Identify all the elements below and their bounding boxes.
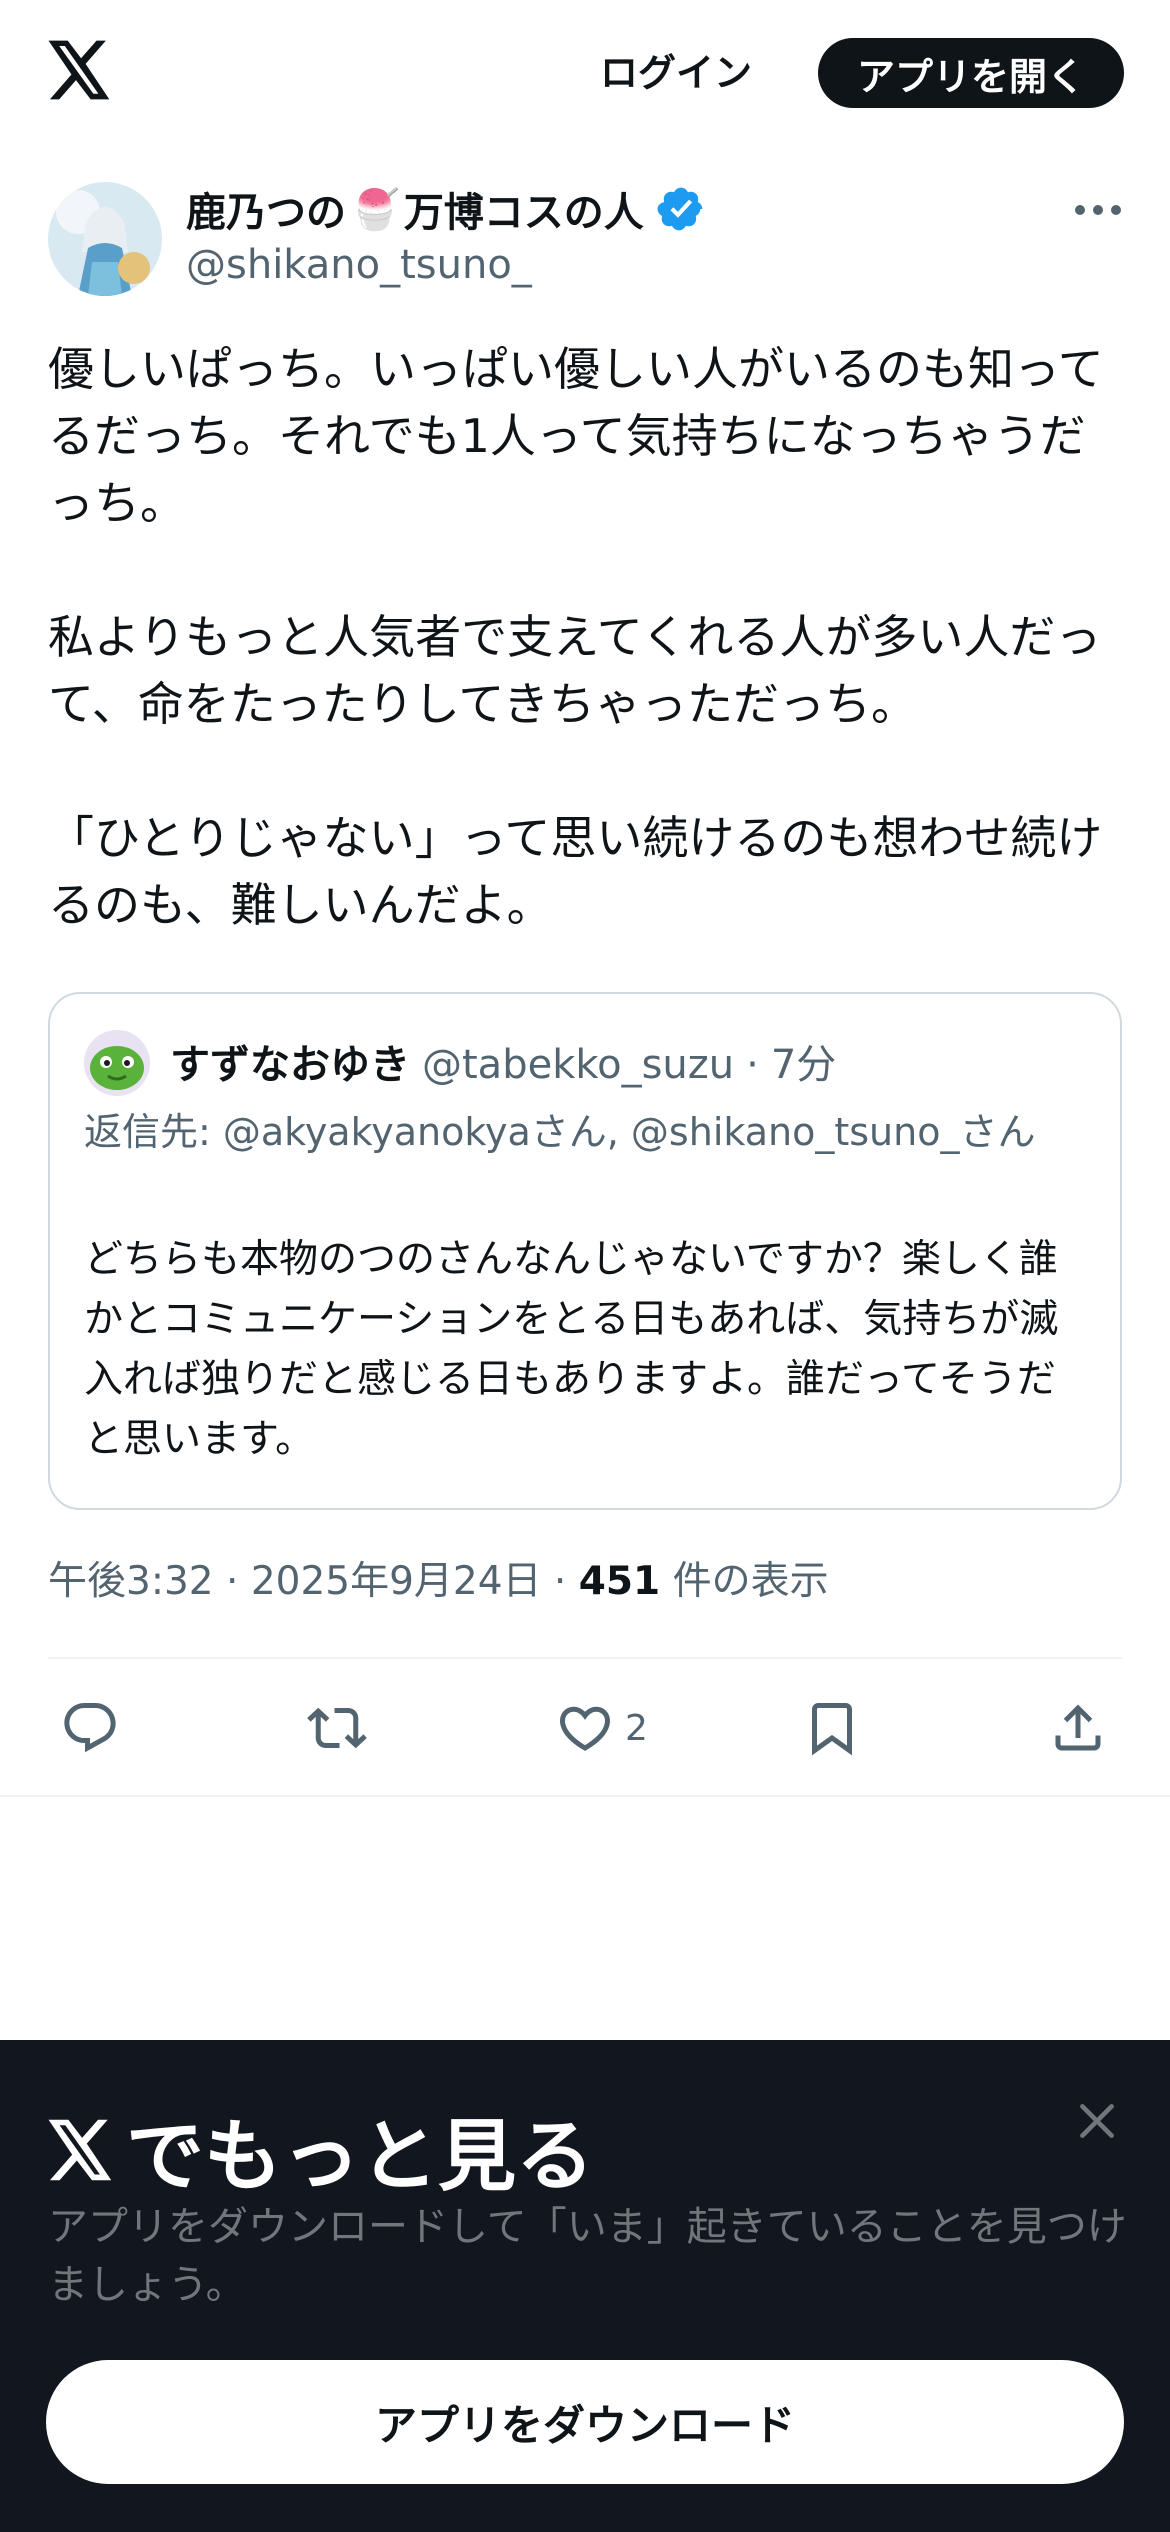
tweet-time[interactable]: 午後3:32 (48, 1559, 214, 1604)
author-avatar[interactable] (48, 182, 162, 296)
quoted-tweet-header: すずなおゆき @tabekko_suzu · 7分 (170, 1032, 836, 1090)
quoted-author-avatar[interactable] (84, 1030, 150, 1096)
tweet-text: 優しいぱっち。いっぱい優しい人がいるのも知ってるだっち。それでも1人って気持ちに… (48, 342, 1104, 932)
view-count: 451 (578, 1559, 661, 1604)
promo-title-text: でもっと見る (126, 2112, 595, 2202)
x-logo-icon[interactable] (48, 40, 112, 100)
like-button[interactable]: 2 (555, 1696, 648, 1760)
retweet-icon (307, 1707, 367, 1749)
close-icon[interactable] (1072, 2096, 1122, 2146)
separator-dot: · (226, 1559, 239, 1604)
promo-title: でもっと見る (48, 2094, 594, 2206)
like-count: 2 (625, 1707, 648, 1749)
bookmark-icon (812, 1703, 852, 1756)
divider (0, 1795, 1170, 1797)
reply-button[interactable] (60, 1696, 120, 1760)
tweet-date[interactable]: 2025年9月24日 (251, 1559, 542, 1604)
separator-dot: · (746, 1042, 759, 1088)
more-options-icon[interactable] (1070, 190, 1126, 230)
view-count-label: 件の表示 (672, 1559, 829, 1604)
login-link[interactable]: ログイン (600, 42, 752, 97)
author-name-part2: 万博コスの人 (403, 190, 644, 236)
reply-icon (64, 1703, 116, 1753)
quoted-tweet-card[interactable]: すずなおゆき @tabekko_suzu · 7分 返信先: @akyakyan… (48, 992, 1122, 1510)
open-app-button[interactable]: アプリを開く (818, 38, 1124, 108)
top-bar: ログイン アプリを開く (0, 0, 1170, 145)
share-button[interactable] (1048, 1696, 1108, 1760)
quoted-author-name[interactable]: すずなおゆき (170, 1032, 410, 1090)
author-name[interactable]: 鹿乃つの 🍧 万博コスの人 (186, 180, 706, 238)
download-app-button[interactable]: アプリをダウンロード (46, 2360, 1124, 2484)
divider (48, 1657, 1122, 1659)
reply-to-line: 返信先: @akyakyanokyaさん, @shikano_tsuno_さん (84, 1110, 1036, 1154)
bookmark-button[interactable] (802, 1696, 862, 1760)
verified-badge-icon (657, 187, 703, 231)
tweet-meta: 午後3:32 · 2025年9月24日 · 451 件の表示 (48, 1550, 829, 1606)
heart-icon (559, 1706, 611, 1751)
retweet-button[interactable] (307, 1696, 367, 1760)
author-name-part1: 鹿乃つの (186, 190, 346, 236)
promo-subtitle: アプリをダウンロードして「いま」起きていることを見つけましょう。 (48, 2204, 1127, 2308)
quoted-tweet-time[interactable]: 7分 (771, 1032, 836, 1090)
quoted-author-handle[interactable]: @tabekko_suzu (422, 1042, 734, 1088)
tweet-page: ログイン アプリを開く 鹿乃つの 🍧 万博コスの人 @shikano_tsuno… (0, 0, 1170, 2532)
x-logo-icon (48, 2119, 112, 2181)
author-name-emoji: 🍧 (350, 186, 400, 233)
app-promo-sheet: でもっと見る アプリをダウンロードして「いま」起きていることを見つけましょう。 … (0, 2040, 1170, 2532)
share-icon (1055, 1704, 1101, 1751)
quoted-tweet-text: どちらも本物のつのさんなんじゃないですか？楽しく誰かとコミュニケーションをとる日… (84, 1237, 1059, 1462)
separator-dot: · (553, 1559, 567, 1604)
author-handle[interactable]: @shikano_tsuno_ (186, 242, 532, 288)
